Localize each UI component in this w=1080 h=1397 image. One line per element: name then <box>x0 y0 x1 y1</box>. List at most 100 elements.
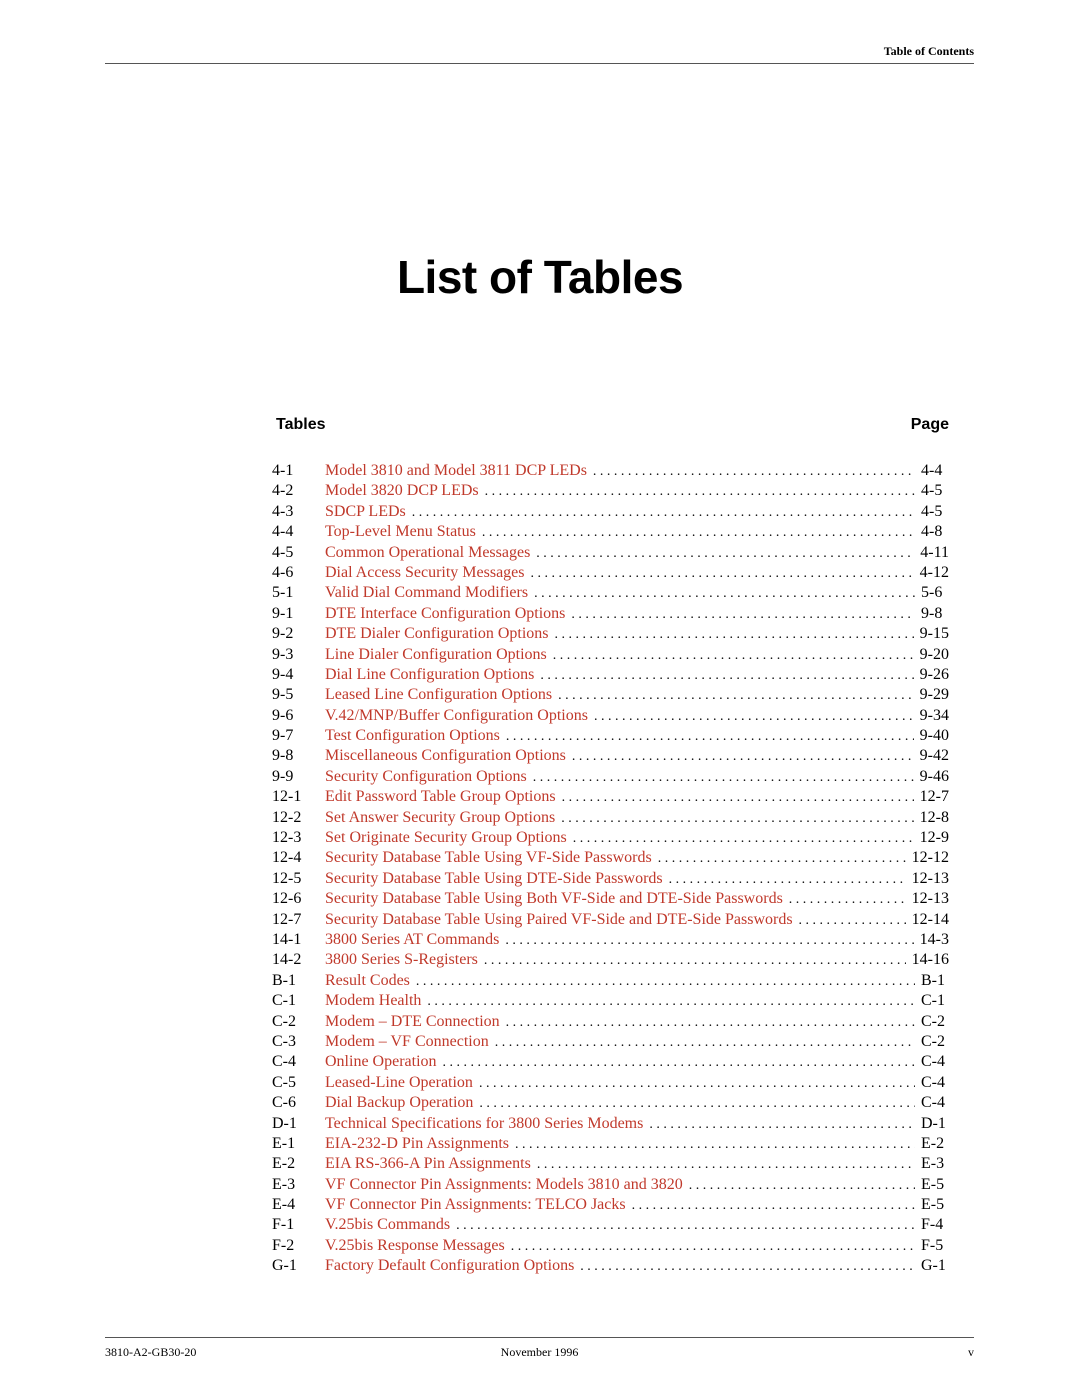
table-title-link[interactable]: SDCP LEDs <box>325 502 406 522</box>
toc-entry[interactable]: 4-4 Top-Level Menu Status 4-8 <box>272 522 949 542</box>
table-page-number: 12-13 <box>911 890 949 908</box>
table-number: 4-1 <box>272 462 294 479</box>
table-title-link[interactable]: Model 3820 DCP LEDs <box>325 481 479 501</box>
table-title-link[interactable]: Technical Specifications for 3800 Series… <box>325 1114 643 1134</box>
toc-entry[interactable]: C-6 Dial Backup Operation C-4 <box>272 1093 949 1113</box>
table-title-link[interactable]: Dial Backup Operation <box>325 1093 473 1113</box>
table-title-link[interactable]: Online Operation <box>325 1052 437 1072</box>
table-page-number: 14-16 <box>911 951 949 969</box>
toc-entry[interactable]: C-5 Leased-Line Operation C-4 <box>272 1073 949 1093</box>
toc-entry[interactable]: 9-9 Security Configuration Options 9-46 <box>272 767 949 787</box>
toc-entry[interactable]: 4-6 Dial Access Security Messages 4-12 <box>272 563 949 583</box>
table-number: 4-3 <box>272 502 294 520</box>
toc-entry[interactable]: C-2 Modem – DTE Connection C-2 <box>272 1012 949 1032</box>
table-title-link[interactable]: Security Database Table Using VF-Side Pa… <box>325 848 652 868</box>
dot-leader <box>632 1196 915 1216</box>
toc-entry[interactable]: 9-6 V.42/MNP/Buffer Configuration Options… <box>272 706 949 726</box>
table-number: 12-5 <box>272 869 302 887</box>
dot-leader <box>515 1135 915 1155</box>
toc-entry[interactable]: E-3 VF Connector Pin Assignments: Models … <box>272 1175 949 1195</box>
toc-entry[interactable]: 9-4 Dial Line Configuration Options 9-26 <box>272 665 949 685</box>
toc-entry[interactable]: 9-3 Line Dialer Configuration Options 9-20 <box>272 645 949 665</box>
table-number: 4-6 <box>272 563 294 581</box>
table-title-link[interactable]: Set Answer Security Group Options <box>325 808 555 828</box>
table-title-link[interactable]: Modem Health <box>325 991 421 1011</box>
toc-entry[interactable]: 12-1 Edit Password Table Group Options 12-… <box>272 787 949 807</box>
table-title-link[interactable]: Modem – DTE Connection <box>325 1012 500 1032</box>
table-title-link[interactable]: Dial Access Security Messages <box>325 563 525 583</box>
toc-entry[interactable]: 14-1 3800 Series AT Commands 14-3 <box>272 930 949 950</box>
table-number: 12-6 <box>272 890 302 908</box>
toc-entry[interactable]: F-1 V.25bis Commands F-4 <box>272 1215 949 1235</box>
table-title-link[interactable]: Security Configuration Options <box>325 767 527 787</box>
table-page-number: 4-5 <box>921 502 943 520</box>
table-title-link[interactable]: Security Database Table Using Both VF-Si… <box>325 889 783 909</box>
table-title-link[interactable]: Result Codes <box>325 971 410 991</box>
dot-leader <box>479 1074 915 1094</box>
toc-entry[interactable]: 4-3 SDCP LEDs 4-5 <box>272 502 949 522</box>
table-title-link[interactable]: Edit Password Table Group Options <box>325 787 556 807</box>
table-title-link[interactable]: EIA RS-366-A Pin Assignments <box>325 1154 531 1174</box>
table-title-link[interactable]: Model 3810 and Model 3811 DCP LEDs <box>325 461 587 481</box>
toc-entry[interactable]: 12-2 Set Answer Security Group Options 12-… <box>272 808 949 828</box>
dot-leader <box>561 809 913 829</box>
table-title-link[interactable]: V.25bis Response Messages <box>325 1236 505 1256</box>
toc-entry[interactable]: 12-7 Security Database Table Using Paired… <box>272 910 949 930</box>
table-title-link[interactable]: Leased-Line Operation <box>325 1073 473 1093</box>
toc-entry[interactable]: 12-6 Security Database Table Using Both V… <box>272 889 949 909</box>
table-title-link[interactable]: Factory Default Configuration Options <box>325 1256 574 1276</box>
table-title-link[interactable]: Common Operational Messages <box>325 543 530 563</box>
toc-entry[interactable]: E-4 VF Connector Pin Assignments: TELCO J… <box>272 1195 949 1215</box>
dot-leader <box>594 707 914 727</box>
table-title-link[interactable]: EIA-232-D Pin Assignments <box>325 1134 509 1154</box>
toc-entry[interactable]: E-1 EIA-232-D Pin Assignments E-2 <box>272 1134 949 1154</box>
table-title-link[interactable]: Leased Line Configuration Options <box>325 685 552 705</box>
table-number: 9-7 <box>272 727 294 745</box>
table-page-number: 9-29 <box>919 686 949 704</box>
toc-entry[interactable]: 12-3 Set Originate Security Group Options… <box>272 828 949 848</box>
toc-entry[interactable]: E-2 EIA RS-366-A Pin Assignments E-3 <box>272 1154 949 1174</box>
table-title-link[interactable]: Modem – VF Connection <box>325 1032 489 1052</box>
table-title-link[interactable]: V.25bis Commands <box>325 1215 450 1235</box>
toc-entry[interactable]: 4-2 Model 3820 DCP LEDs 4-5 <box>272 481 949 501</box>
column-header-page: Page <box>910 416 949 433</box>
table-title-link[interactable]: Miscellaneous Configuration Options <box>325 746 566 766</box>
table-title-link[interactable]: Valid Dial Command Modifiers <box>325 583 528 603</box>
table-title-link[interactable]: 3800 Series AT Commands <box>325 930 499 950</box>
toc-entry[interactable]: 4-5 Common Operational Messages 4-11 <box>272 543 949 563</box>
toc-entry[interactable]: G-1 Factory Default Configuration Options… <box>272 1256 949 1276</box>
toc-entry[interactable]: D-1 Technical Specifications for 3800 Ser… <box>272 1114 949 1134</box>
toc-entry[interactable]: C-1 Modem Health C-1 <box>272 991 949 1011</box>
table-title-link[interactable]: Line Dialer Configuration Options <box>325 645 547 665</box>
toc-entry[interactable]: F-2 V.25bis Response Messages F-5 <box>272 1236 949 1256</box>
table-title-link[interactable]: VF Connector Pin Assignments: TELCO Jack… <box>325 1195 626 1215</box>
toc-entry[interactable]: 9-1 DTE Interface Configuration Options 9-… <box>272 604 949 624</box>
table-page-number: C-4 <box>921 1053 945 1071</box>
table-page-number: C-4 <box>921 1073 945 1091</box>
table-title-link[interactable]: Top-Level Menu Status <box>325 522 476 542</box>
toc-entry[interactable]: 14-2 3800 Series S-Registers 14-16 <box>272 950 949 970</box>
table-title-link[interactable]: 3800 Series S-Registers <box>325 950 478 970</box>
table-title-link[interactable]: Set Originate Security Group Options <box>325 828 567 848</box>
table-title-link[interactable]: V.42/MNP/Buffer Configuration Options <box>325 706 588 726</box>
toc-entry[interactable]: 4-1 Model 3810 and Model 3811 DCP LEDs 4-4 <box>272 461 949 481</box>
toc-entry[interactable]: C-3 Modem – VF Connection C-2 <box>272 1032 949 1052</box>
toc-entry[interactable]: B-1 Result Codes B-1 <box>272 971 949 991</box>
table-number: 14-1 <box>272 930 302 948</box>
table-title-link[interactable]: DTE Dialer Configuration Options <box>325 624 549 644</box>
toc-entry[interactable]: C-4 Online Operation C-4 <box>272 1052 949 1072</box>
toc-entry[interactable]: 5-1 Valid Dial Command Modifiers 5-6 <box>272 583 949 603</box>
table-title-link[interactable]: Security Database Table Using DTE-Side P… <box>325 869 663 889</box>
table-title-link[interactable]: Security Database Table Using Paired VF-… <box>325 910 793 930</box>
toc-entry[interactable]: 12-4 Security Database Table Using VF-Sid… <box>272 848 949 868</box>
toc-entry[interactable]: 9-7 Test Configuration Options 9-40 <box>272 726 949 746</box>
table-title-link[interactable]: DTE Interface Configuration Options <box>325 604 565 624</box>
toc-entry[interactable]: 9-2 DTE Dialer Configuration Options 9-15 <box>272 624 949 644</box>
toc-entry[interactable]: 12-5 Security Database Table Using DTE-Si… <box>272 869 949 889</box>
toc-entry[interactable]: 9-5 Leased Line Configuration Options 9-29 <box>272 685 949 705</box>
table-title-link[interactable]: VF Connector Pin Assignments: Models 381… <box>325 1175 683 1195</box>
table-title-link[interactable]: Test Configuration Options <box>325 726 500 746</box>
table-number: E-4 <box>272 1196 296 1214</box>
table-title-link[interactable]: Dial Line Configuration Options <box>325 665 534 685</box>
toc-entry[interactable]: 9-8 Miscellaneous Configuration Options 9-… <box>272 746 949 766</box>
